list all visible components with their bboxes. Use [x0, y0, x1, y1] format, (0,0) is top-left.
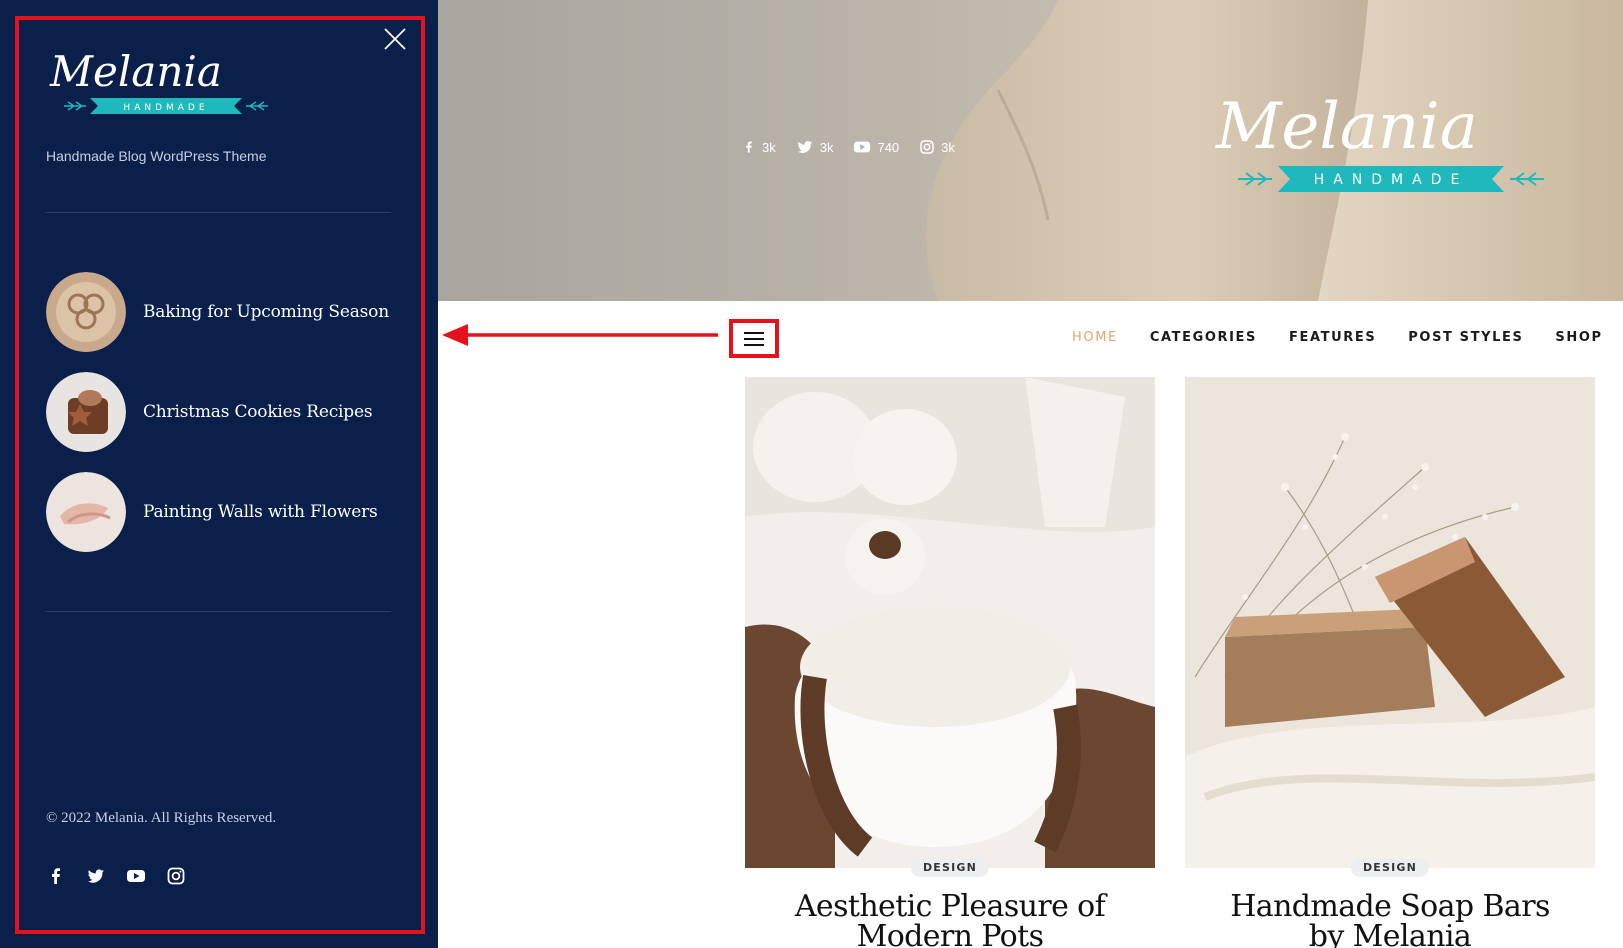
hero-social-counts: 3k 3k 740 3k	[742, 138, 955, 156]
hero-facebook-link[interactable]: 3k	[742, 138, 776, 156]
post-title-line: by Melania	[1308, 919, 1472, 948]
post-card	[1185, 377, 1595, 868]
hero-youtube-link[interactable]: 740	[853, 138, 899, 156]
sidebar-post-item[interactable]: Painting Walls with Flowers	[46, 472, 391, 552]
close-icon	[384, 28, 406, 50]
post-card-image[interactable]	[745, 377, 1155, 868]
sidebar-post-title[interactable]: Painting Walls with Flowers	[143, 502, 378, 522]
sidebar-post-title[interactable]: Baking for Upcoming Season	[143, 302, 389, 322]
copyright-text: © 2022 Melania. All Rights Reserved.	[46, 810, 277, 826]
nav-item-shop[interactable]: SHOP	[1555, 330, 1602, 350]
sidebar-post-title[interactable]: Christmas Cookies Recipes	[143, 402, 373, 422]
post-title-line: Handmade Soap Bars	[1230, 889, 1550, 924]
hero-instagram-link[interactable]: 3k	[919, 139, 955, 155]
hamburger-icon	[744, 331, 764, 346]
facebook-icon[interactable]	[46, 866, 66, 886]
hamburger-menu-button[interactable]	[729, 319, 779, 358]
instagram-count: 3k	[941, 139, 955, 155]
sidebar-logo-text: Melania	[49, 48, 222, 96]
nav-item-home[interactable]: HOME	[1072, 330, 1118, 350]
hero-header: 3k 3k 740 3k Melania HANDMADE	[438, 0, 1623, 301]
facebook-count: 3k	[762, 139, 776, 155]
sidebar-tagline: Handmade Blog WordPress Theme	[46, 148, 267, 164]
post-thumbnail[interactable]	[46, 272, 126, 352]
nav-item-post-styles[interactable]: POST STYLES	[1408, 330, 1523, 350]
post-title-line: Modern Pots	[856, 919, 1044, 948]
instagram-icon	[920, 140, 934, 154]
post-thumbnail[interactable]	[46, 372, 126, 452]
nav-item-features[interactable]: FEATURES	[1289, 330, 1376, 350]
hero-logo-ribbon: HANDMADE	[1314, 172, 1469, 188]
annotation-arrow	[442, 324, 718, 346]
nav-item-categories[interactable]: CATEGORIES	[1150, 330, 1257, 350]
twitter-icon[interactable]	[86, 866, 106, 886]
hero-twitter-link[interactable]: 3k	[796, 138, 834, 156]
sidebar-logo-ribbon: HANDMADE	[123, 103, 208, 113]
sidebar-divider	[46, 212, 391, 213]
sidebar-post-item[interactable]: Christmas Cookies Recipes	[46, 372, 391, 452]
post-card	[745, 377, 1155, 868]
post-card-image[interactable]	[1185, 377, 1595, 868]
category-badge[interactable]: DESIGN	[910, 858, 990, 877]
post-title[interactable]: Handmade Soap Bars by Melania	[1185, 892, 1595, 948]
sidebar-divider	[46, 611, 391, 612]
post-title-line: Aesthetic Pleasure of	[794, 889, 1106, 924]
hero-logo[interactable]: Melania HANDMADE	[1208, 88, 1578, 198]
post-thumbnail[interactable]	[46, 472, 126, 552]
sidebar-post-item[interactable]: Baking for Upcoming Season	[46, 272, 391, 352]
twitter-count: 3k	[819, 139, 834, 155]
post-title[interactable]: Aesthetic Pleasure of Modern Pots	[745, 892, 1155, 948]
youtube-icon	[854, 141, 871, 153]
close-button[interactable]	[382, 26, 408, 52]
offcanvas-sidebar: Melania HANDMADE Handmade Blog WordPress…	[0, 0, 438, 948]
youtube-count: 740	[877, 139, 900, 155]
youtube-icon[interactable]	[126, 866, 146, 886]
sidebar-social-links	[46, 866, 186, 886]
twitter-icon	[797, 141, 812, 153]
hero-logo-text: Melania	[1215, 90, 1478, 164]
facebook-icon	[746, 141, 752, 153]
category-badge[interactable]: DESIGN	[1350, 858, 1430, 877]
sidebar-logo[interactable]: Melania HANDMADE	[46, 48, 286, 120]
instagram-icon[interactable]	[166, 866, 186, 886]
main-nav: HOME CATEGORIES FEATURES POST STYLES SHO…	[1072, 330, 1623, 350]
